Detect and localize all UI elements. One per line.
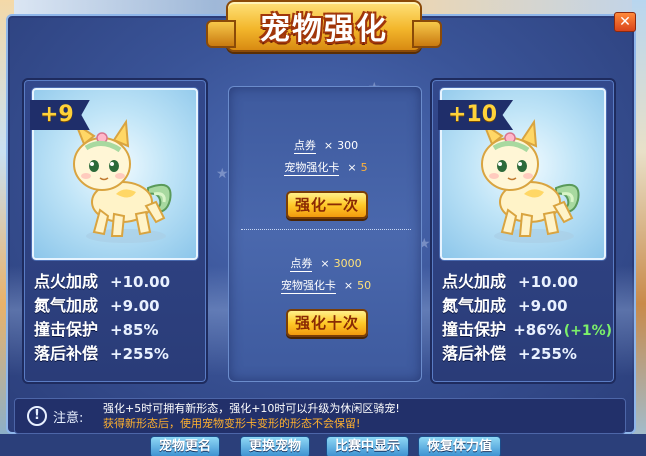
stat-row-catchup: 落后补偿 +255% bbox=[442, 340, 612, 364]
stat-label: 撞击保护 bbox=[34, 320, 99, 339]
stat-value: +9.00 bbox=[518, 297, 568, 315]
stat-row-nitro: 氮气加成 +9.00 bbox=[34, 292, 204, 316]
enhance-once-button[interactable]: 强化一次 bbox=[286, 191, 368, 219]
multiply-sign: × bbox=[347, 161, 357, 174]
stat-bonus: (+1%) bbox=[563, 323, 612, 339]
coupon-cost: 3000 bbox=[333, 257, 362, 270]
notice-bar: ! 注意: 强化+5时可拥有新形态，强化+10时可以升级为休闲区骑宠! 获得新形… bbox=[14, 398, 626, 434]
next-level-badge: +10 bbox=[438, 100, 514, 130]
stat-value: +10.00 bbox=[110, 273, 171, 291]
enhance-options-panel: 点券 × 300 宠物强化卡 × 5 强化一次 点券 × 3000 宠物强化卡 × 50 强化十… bbox=[228, 86, 422, 382]
stat-row-ignition: 点火加成 +10.00 bbox=[34, 268, 204, 292]
rename-pet-button[interactable]: 宠物更名 bbox=[150, 436, 221, 456]
current-pet-stats: 点火加成 +10.00 氮气加成 +9.00 撞击保护 +85% 落后补偿 +2… bbox=[34, 268, 204, 364]
stat-label: 点火加成 bbox=[442, 272, 507, 291]
stat-row-collision: 撞击保护 +85% bbox=[34, 316, 204, 340]
coupon-cost: 300 bbox=[337, 139, 359, 152]
stat-label: 落后补偿 bbox=[442, 344, 507, 363]
notice-line-1: 强化+5时可拥有新形态，强化+10时可以升级为休闲区骑宠! bbox=[103, 402, 400, 415]
next-pet-frame: +10 bbox=[438, 88, 606, 260]
stat-value: +9.00 bbox=[110, 297, 160, 315]
current-level-badge: +9 bbox=[30, 100, 90, 130]
stat-row-catchup: 落后补偿 +255% bbox=[34, 340, 204, 364]
card-cost: 50 bbox=[357, 279, 372, 292]
game-screen: 宠物更名 更换宠物 比赛中显示 恢复体力值 ★ ★ ★ ★ ★ ★ 宠物强化 ✕… bbox=[0, 0, 646, 456]
coupon-label: 点券 bbox=[290, 257, 313, 272]
dialog-title: 宠物强化 bbox=[260, 12, 388, 47]
card-label: 宠物强化卡 bbox=[280, 279, 336, 294]
change-pet-button[interactable]: 更换宠物 bbox=[240, 436, 311, 456]
show-in-race-button[interactable]: 比赛中显示 bbox=[326, 436, 410, 456]
card-label: 宠物强化卡 bbox=[284, 161, 340, 176]
enhance-once-cost: 点券 × 300 宠物强化卡 × 5 bbox=[229, 135, 423, 179]
stat-row-collision: 撞击保护 +86% (+1%) bbox=[442, 316, 612, 340]
stat-label: 氮气加成 bbox=[442, 296, 507, 315]
exclamation-circle-icon: ! bbox=[27, 406, 47, 426]
stat-label: 落后补偿 bbox=[34, 344, 99, 363]
stat-value: +255% bbox=[518, 345, 577, 363]
notice-line-2: 获得新形态后，使用宠物变形卡变形的形态不会保留! bbox=[103, 417, 361, 430]
restore-stamina-button[interactable]: 恢复体力值 bbox=[418, 436, 502, 456]
divider bbox=[241, 229, 411, 230]
stat-label: 点火加成 bbox=[34, 272, 99, 291]
coupon-label: 点券 bbox=[293, 139, 316, 154]
game-background-bottom bbox=[0, 434, 646, 456]
next-pet-stats: 点火加成 +10.00 氮气加成 +9.00 撞击保护 +86% (+1%) 落… bbox=[442, 268, 612, 364]
stat-value: +10.00 bbox=[518, 273, 579, 291]
multiply-sign: × bbox=[323, 139, 334, 152]
dialog-title-banner: 宠物强化 bbox=[206, 0, 442, 52]
cream-pony-pet-icon bbox=[73, 119, 172, 243]
notice-label: 注意: bbox=[53, 410, 84, 426]
close-icon[interactable]: ✕ bbox=[614, 12, 636, 32]
multiply-sign: × bbox=[343, 279, 354, 292]
stat-row-nitro: 氮气加成 +9.00 bbox=[442, 292, 612, 316]
next-pet-panel: +10 点火加成 +10.00 氮气加成 +9.00 撞击保护 +86% (+1… bbox=[430, 78, 616, 384]
card-cost: 5 bbox=[360, 161, 368, 174]
enhance-ten-cost: 点券 × 3000 宠物强化卡 × 50 bbox=[229, 253, 423, 297]
stat-value: +255% bbox=[110, 345, 169, 363]
notice-text: 强化+5时可拥有新形态，强化+10时可以升级为休闲区骑宠! 获得新形态后，使用宠… bbox=[103, 401, 400, 431]
stat-label: 氮气加成 bbox=[34, 296, 99, 315]
stat-value: +86% bbox=[513, 321, 562, 339]
stat-row-ignition: 点火加成 +10.00 bbox=[442, 268, 612, 292]
stat-value: +85% bbox=[110, 321, 159, 339]
cream-pony-pet-icon bbox=[481, 119, 580, 243]
enhance-ten-button[interactable]: 强化十次 bbox=[286, 309, 368, 337]
multiply-sign: × bbox=[320, 257, 330, 270]
current-pet-panel: +9 点火加成 +10.00 氮气加成 +9.00 撞击保护 +85% 落后补偿… bbox=[22, 78, 208, 384]
stat-label: 撞击保护 bbox=[442, 320, 507, 339]
current-pet-frame: +9 bbox=[30, 88, 198, 260]
